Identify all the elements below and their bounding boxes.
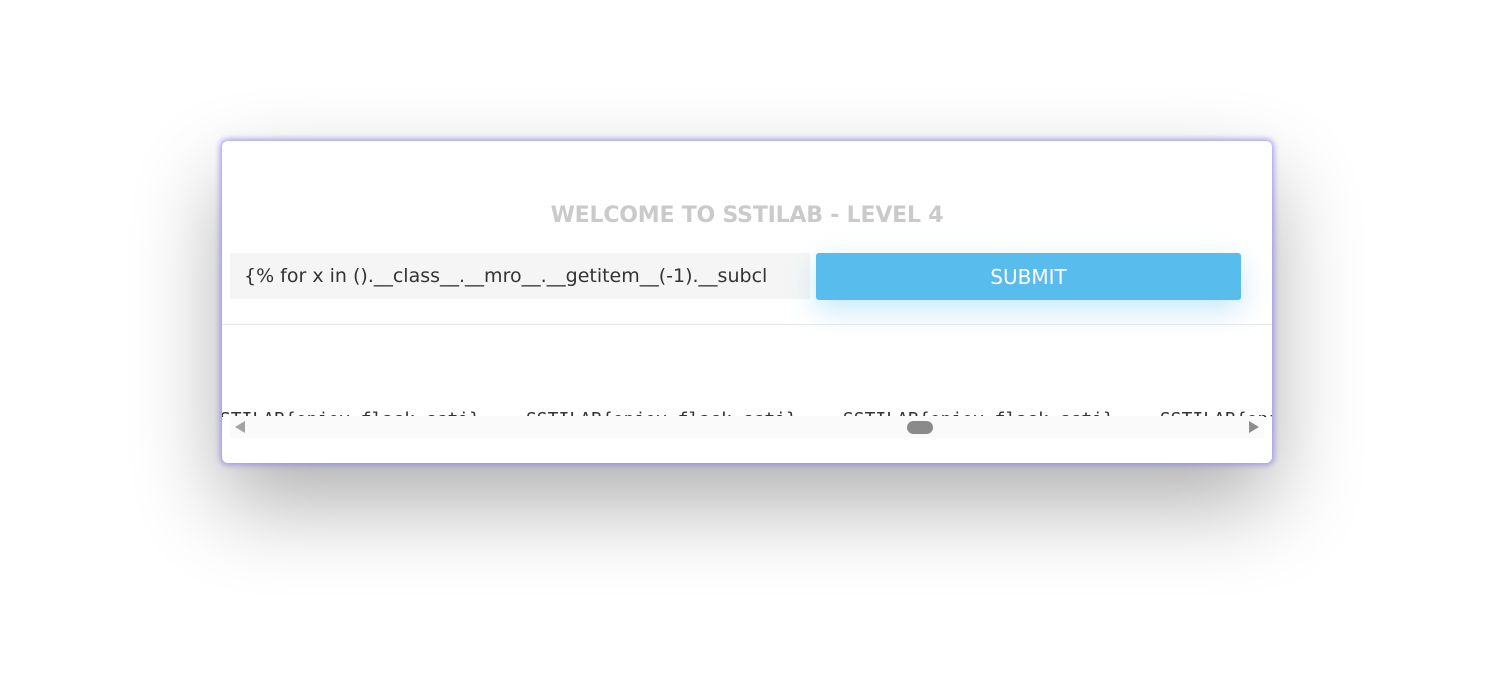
scrollbar-thumb[interactable]: [907, 421, 933, 434]
divider: [222, 324, 1272, 325]
scroll-right-arrow-icon[interactable]: [1249, 421, 1259, 433]
payload-input[interactable]: [230, 253, 810, 299]
page-title: WELCOME TO SSTILAB - LEVEL 4: [550, 203, 944, 228]
scroll-left-arrow-icon[interactable]: [235, 421, 245, 433]
level-card: WELCOME TO SSTILAB - LEVEL 4 SUBMIT SSTI…: [222, 141, 1272, 463]
horizontal-scrollbar[interactable]: [230, 416, 1264, 438]
output-area: SSTILAB{enjoy_flask_ssti}SSTILAB{enjoy_f…: [222, 385, 1272, 417]
output-text: SSTILAB{enjoy_flask_ssti}SSTILAB{enjoy_f…: [222, 388, 1272, 417]
submit-button[interactable]: SUBMIT: [816, 253, 1241, 300]
